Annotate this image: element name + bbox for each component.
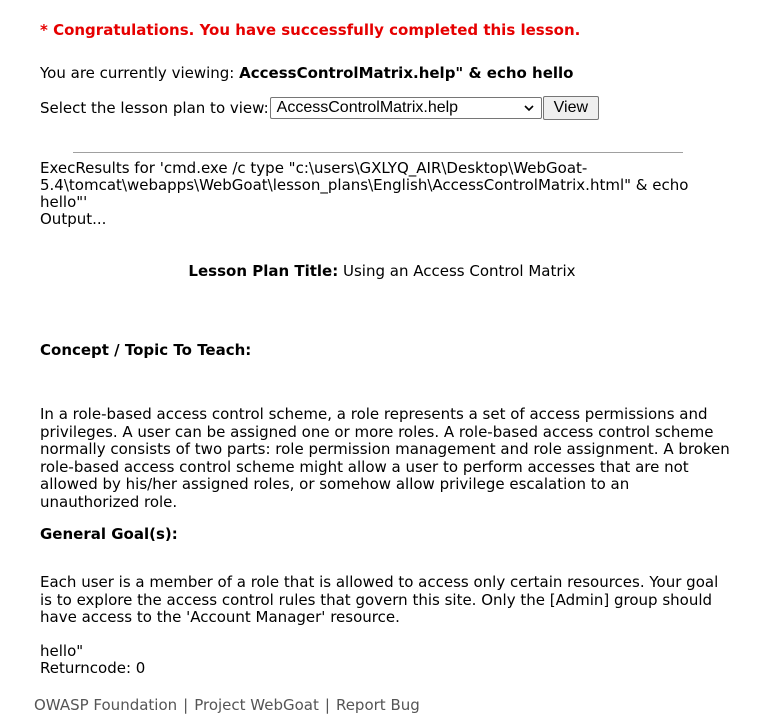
chevron-down-icon xyxy=(524,105,534,112)
footer-separator: | xyxy=(183,696,189,714)
lesson-plan-selected: AccessControlMatrix.help xyxy=(276,99,459,116)
current-view-line: You are currently viewing: AccessControl… xyxy=(40,64,573,82)
footer-link-owasp[interactable]: OWASP Foundation xyxy=(34,696,177,714)
concept-heading: Concept / Topic To Teach: xyxy=(40,341,252,359)
footer: OWASP Foundation | Project WebGoat | Report … xyxy=(34,696,420,714)
success-message: * Congratulations. You have successfully… xyxy=(40,21,581,39)
exec-output-end: hello" Returncode: 0 xyxy=(40,643,145,677)
goal-heading: General Goal(s): xyxy=(40,525,178,543)
exec-command: ExecResults for 'cmd.exe /c type "c:\use… xyxy=(40,159,689,211)
exec-output-label: Output... xyxy=(40,210,107,228)
concept-text: In a role-based access control scheme, a… xyxy=(40,405,730,511)
lesson-plan-select[interactable]: AccessControlMatrix.help xyxy=(269,97,542,119)
exec-results: ExecResults for 'cmd.exe /c type "c:\use… xyxy=(40,160,720,228)
lesson-plan-title-label: Lesson Plan Title: xyxy=(188,262,339,280)
view-button[interactable]: View xyxy=(542,96,600,120)
lesson-plan-title-value: Using an Access Control Matrix xyxy=(338,262,576,280)
echo-output: hello" xyxy=(40,642,84,660)
footer-link-webgoat[interactable]: Project WebGoat xyxy=(194,696,319,714)
footer-separator: | xyxy=(324,696,330,714)
return-code: Returncode: 0 xyxy=(40,659,146,677)
lesson-plan-title: Lesson Plan Title: Using an Access Contr… xyxy=(0,262,764,280)
divider xyxy=(73,152,683,153)
footer-link-report-bug[interactable]: Report Bug xyxy=(336,696,420,714)
current-view-value: AccessControlMatrix.help" & echo hello xyxy=(239,64,574,82)
goal-text: Each user is a member of a role that is … xyxy=(40,573,719,626)
current-view-label: You are currently viewing: xyxy=(40,64,240,82)
lesson-plan-label: Select the lesson plan to view: xyxy=(40,99,269,117)
lesson-plan-selector: Select the lesson plan to view: AccessCo… xyxy=(40,96,600,120)
